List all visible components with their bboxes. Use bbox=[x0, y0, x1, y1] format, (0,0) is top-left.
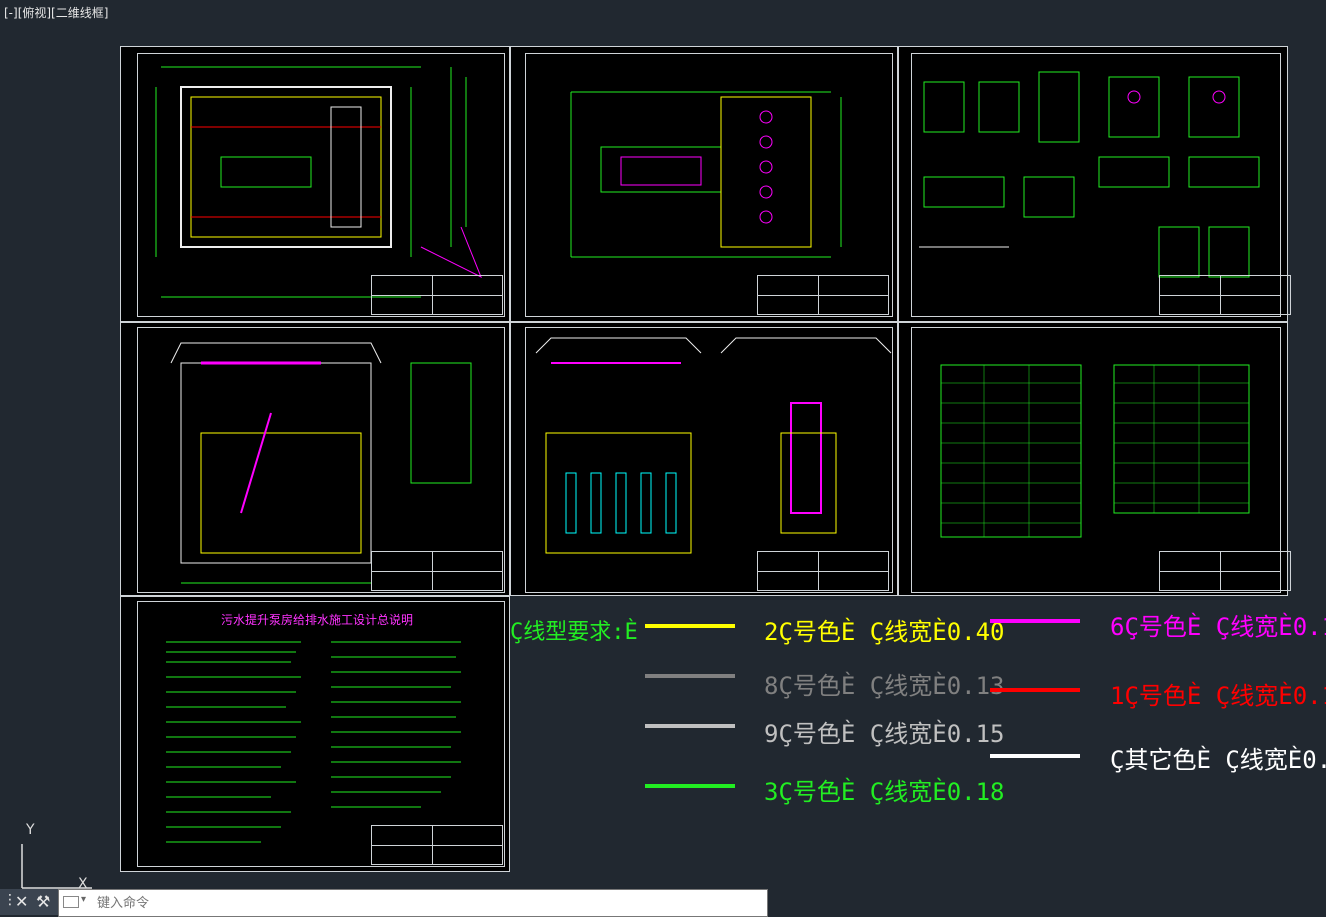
command-input[interactable] bbox=[95, 892, 749, 914]
legend-line-1 bbox=[990, 688, 1080, 692]
close-icon[interactable]: ✕ bbox=[15, 892, 28, 911]
command-toolbar: ⋮ ✕ ⚒ bbox=[0, 889, 58, 915]
drawing-canvas[interactable]: 污水提升泵房给排水施工设计总说明 Ç线型要求:È 2Ç号色È Ç线宽È0.40 … bbox=[0, 0, 1326, 888]
legend-line-8 bbox=[645, 674, 735, 678]
legend-text-9: 9Ç号色È Ç线宽È0.15 bbox=[764, 720, 1005, 748]
sheet-section-a bbox=[120, 322, 510, 596]
ucs-icon: Y X bbox=[12, 822, 102, 896]
legend-text-2: 2Ç号色È Ç线宽È0.40 bbox=[764, 618, 1005, 646]
legend-line-2 bbox=[645, 624, 735, 628]
legend-text-8: 8Ç号色È Ç线宽È0.13 bbox=[764, 672, 1005, 700]
legend-text-other: Ç其它色È Ç线宽È0.21 bbox=[1110, 746, 1326, 774]
ucs-y-label: Y bbox=[26, 822, 35, 838]
chevron-down-icon[interactable]: ▾ bbox=[81, 894, 86, 905]
sheet-details bbox=[898, 46, 1291, 322]
sheet-material-list bbox=[898, 322, 1291, 596]
legend-line-other bbox=[990, 754, 1080, 758]
terminal-icon[interactable] bbox=[63, 896, 79, 908]
legend-line-3 bbox=[645, 784, 735, 788]
legend-text-6: 6Ç号色È Ç线宽È0.16 bbox=[1110, 613, 1326, 641]
sheet-section-b bbox=[510, 322, 898, 596]
legend-heading: Ç线型要求:È bbox=[510, 620, 638, 645]
legend-line-9 bbox=[645, 724, 735, 728]
legend-text-1: 1Ç号色È Ç线宽È0.16 bbox=[1110, 682, 1326, 710]
sheet-plan-1 bbox=[120, 46, 510, 322]
wrench-icon[interactable]: ⚒ bbox=[36, 892, 50, 911]
legend-line-6 bbox=[990, 619, 1080, 623]
sheet-plan-2 bbox=[510, 46, 898, 322]
legend-text-3: 3Ç号色È Ç线宽È0.18 bbox=[764, 778, 1005, 806]
command-line[interactable]: ▾ bbox=[58, 889, 768, 917]
sheet-general-notes: 污水提升泵房给排水施工设计总说明 bbox=[120, 596, 510, 872]
